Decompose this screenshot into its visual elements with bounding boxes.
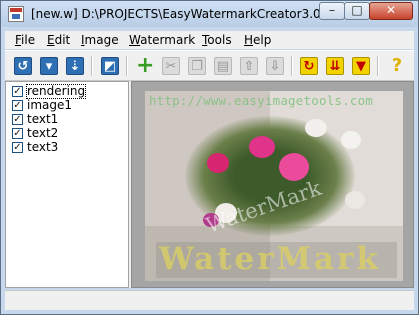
save-icon: ▾ [40, 57, 58, 75]
cut-button[interactable]: ✂ [160, 55, 182, 77]
layer-label: image1 [27, 98, 73, 112]
layer-checkbox[interactable]: ✓ [12, 86, 23, 97]
toolbar: ↺ ▾ ⇣ ◩ + ✂ ❐ ▤ ⇧ ⇩ ↻ ⇊ ▼ ? [5, 50, 414, 81]
menu-file[interactable]: File [15, 33, 35, 47]
menu-watermark-rest: atermark [140, 33, 196, 47]
layer-checkbox[interactable]: ✓ [12, 100, 23, 111]
open-file-icon: ↺ [14, 57, 32, 75]
add-watermark-button[interactable]: + [134, 55, 156, 77]
move-down-icon: ⇩ [266, 57, 284, 75]
minimize-button[interactable]: – [319, 2, 345, 20]
copy-icon: ❐ [188, 57, 206, 75]
add-layer-icon: + [136, 53, 155, 78]
batch-button[interactable]: ⇊ [324, 55, 346, 77]
layer-checkbox[interactable]: ✓ [12, 128, 23, 139]
move-down-button[interactable]: ⇩ [264, 55, 286, 77]
help-button[interactable]: ? [386, 55, 408, 77]
preview-image: http://www.easyimagetools.com WaterMark … [145, 91, 403, 281]
preview-button[interactable]: ◩ [99, 55, 121, 77]
layer-checkbox[interactable]: ✓ [12, 142, 23, 153]
process-button[interactable]: ↻ [298, 55, 320, 77]
cut-icon: ✂ [162, 57, 180, 75]
window-title: [new.w] D:\PROJECTS\EasyWatermarkCreator… [31, 7, 347, 21]
app-window: [new.w] D:\PROJECTS\EasyWatermarkCreator… [0, 0, 419, 315]
image-preview-icon: ◩ [101, 57, 119, 75]
preview-canvas[interactable]: http://www.easyimagetools.com WaterMark … [131, 81, 414, 288]
flower [305, 119, 327, 137]
paste-icon: ▤ [214, 57, 232, 75]
close-button[interactable]: ✕ [369, 2, 413, 20]
menu-watermark-accel: W [129, 33, 141, 47]
menu-image[interactable]: Image [81, 33, 119, 47]
menu-edit-accel: E [47, 33, 55, 47]
menu-file-rest: ile [21, 33, 36, 47]
save-as-icon: ⇣ [66, 57, 84, 75]
process-file-icon: ↻ [300, 57, 318, 75]
flower [341, 131, 361, 149]
menu-edit[interactable]: Edit [47, 33, 70, 47]
menu-edit-rest: dit [54, 33, 71, 47]
url-watermark-text: http://www.easyimagetools.com [149, 93, 374, 108]
layer-checkbox[interactable]: ✓ [12, 114, 23, 125]
flower [207, 153, 229, 173]
main-area: ✓ rendering ✓ image1 ✓ text1 ✓ text2 ✓ t… [5, 81, 414, 288]
menu-help[interactable]: Help [244, 33, 271, 47]
layer-tree[interactable]: ✓ rendering ✓ image1 ✓ text1 ✓ text2 ✓ t… [5, 81, 129, 288]
open-button[interactable]: ↺ [12, 55, 34, 77]
menu-image-rest: mage [84, 33, 119, 47]
status-bar [5, 290, 414, 310]
menu-bar: File Edit Image Watermark Tools Help [5, 31, 414, 49]
batch-process-icon: ⇊ [326, 57, 344, 75]
copy-button[interactable]: ❐ [186, 55, 208, 77]
layer-label: rendering [25, 84, 87, 99]
toolbar-separator [291, 56, 293, 76]
save-batch-icon: ▼ [352, 57, 370, 75]
toolbar-separator [91, 56, 93, 76]
move-up-icon: ⇧ [240, 57, 258, 75]
menu-help-accel: H [244, 33, 254, 47]
save-button[interactable]: ▾ [38, 55, 60, 77]
app-icon[interactable] [8, 6, 24, 22]
move-up-button[interactable]: ⇧ [238, 55, 260, 77]
banner-watermark-text: WaterMark [159, 241, 381, 277]
layer-label: text3 [27, 140, 59, 154]
layer-label: text1 [27, 112, 59, 126]
flower [345, 191, 365, 209]
menu-watermark[interactable]: Watermark [129, 33, 195, 47]
toolbar-separator [377, 56, 379, 76]
save-batch-button[interactable]: ▼ [350, 55, 372, 77]
toolbar-separator [126, 56, 128, 76]
save-as-button[interactable]: ⇣ [64, 55, 86, 77]
title-bar[interactable]: [new.w] D:\PROJECTS\EasyWatermarkCreator… [1, 1, 418, 27]
menu-tools[interactable]: Tools [202, 33, 232, 47]
menu-help-rest: elp [253, 33, 272, 47]
flower [279, 153, 309, 181]
paste-button[interactable]: ▤ [212, 55, 234, 77]
maximize-button[interactable]: □ [344, 2, 370, 20]
flower [249, 136, 275, 158]
help-icon: ? [391, 55, 403, 76]
layer-label: text2 [27, 126, 59, 140]
menu-tools-rest: ools [207, 33, 232, 47]
